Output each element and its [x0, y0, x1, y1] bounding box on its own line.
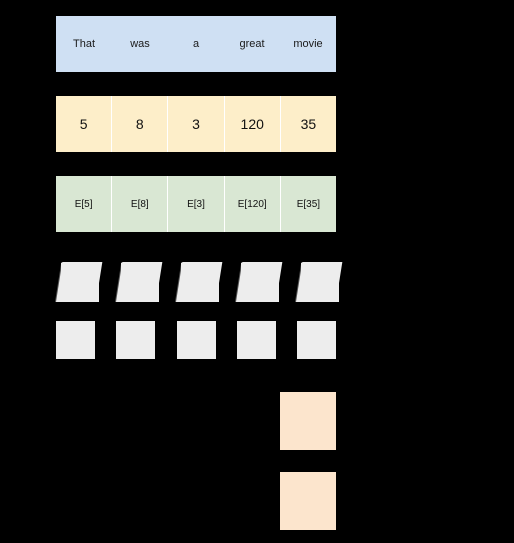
- token-id-cell: 120: [224, 96, 281, 152]
- embedding-row: E[5] E[8] E[3] E[120] E[35]: [56, 176, 337, 232]
- stacked-layer-front: [241, 263, 279, 302]
- embedding-cell: E[5]: [56, 176, 113, 232]
- stacked-layer-cell: [296, 262, 343, 302]
- hidden-state-cell: [176, 321, 216, 359]
- stacked-layer-front: [121, 263, 159, 302]
- stacked-layer-front: [61, 263, 99, 302]
- token-id-cell: 5: [56, 96, 113, 152]
- pipeline-diagram: That was a great movie 5 8 3 120 35 E[5]…: [0, 0, 514, 543]
- input-sentence-row: That was a great movie: [56, 16, 336, 72]
- token-id-cell: 3: [168, 96, 225, 152]
- token-id-cell: 35: [280, 96, 337, 152]
- hidden-state-row: [56, 321, 336, 359]
- embedding-cell: E[120]: [224, 176, 281, 232]
- hidden-state-cell: [116, 321, 156, 359]
- output-block: [280, 472, 336, 530]
- sentence-word: movie: [293, 37, 323, 50]
- hidden-state-cell: [297, 321, 336, 359]
- stacked-layer-cell: [236, 262, 283, 302]
- sentence-word: a: [192, 37, 200, 50]
- hidden-state-cell: [56, 321, 95, 359]
- embedding-cell: E[35]: [280, 176, 337, 232]
- sentence-word: That: [72, 37, 95, 50]
- output-block: [280, 392, 336, 450]
- token-id-row: 5 8 3 120 35: [56, 96, 337, 152]
- stacked-layer-row: [56, 262, 343, 306]
- stacked-layer-front: [181, 263, 219, 302]
- embedding-cell: E[3]: [168, 176, 225, 232]
- sentence-word: great: [239, 37, 265, 50]
- token-id-cell: 8: [112, 96, 169, 152]
- sentence-word: was: [130, 37, 150, 50]
- stacked-layer-cell: [56, 262, 103, 302]
- hidden-state-cell: [236, 321, 276, 359]
- embedding-cell: E[8]: [112, 176, 169, 232]
- stacked-layer-cell: [116, 262, 163, 302]
- stacked-layer-cell: [176, 262, 223, 302]
- stacked-layer-front: [301, 263, 339, 302]
